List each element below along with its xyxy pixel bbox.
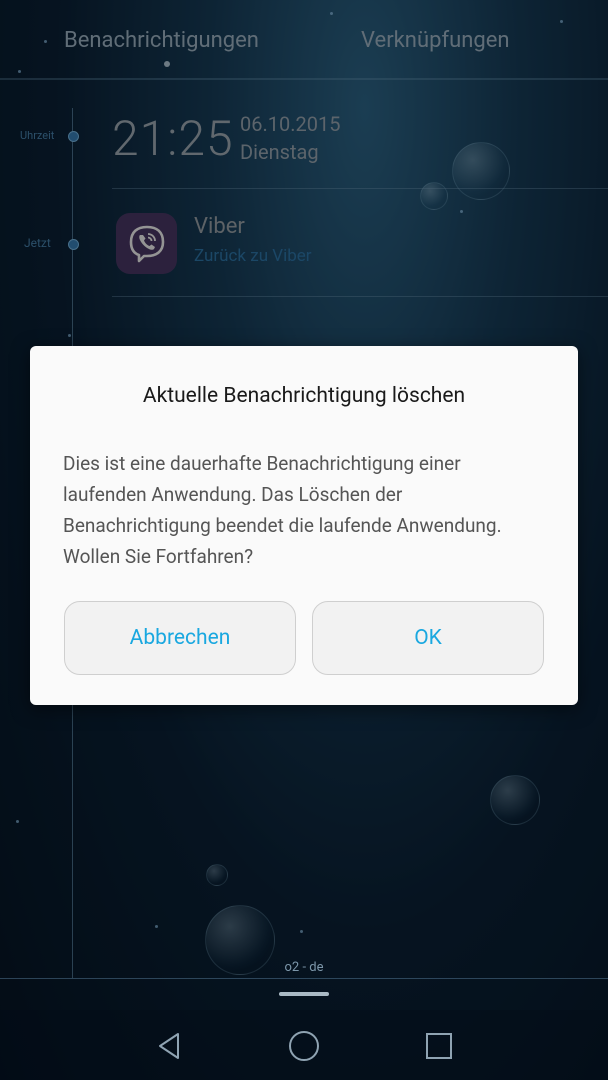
home-icon[interactable]: [284, 1026, 324, 1066]
divider: [0, 978, 608, 979]
cancel-button[interactable]: Abbrechen: [64, 601, 296, 675]
carrier-label: o2 - de: [284, 960, 324, 975]
dialog-title: Aktuelle Benachrichtigung löschen: [142, 384, 466, 408]
drag-handle[interactable]: [279, 992, 329, 996]
dialog-message: Dies ist eine dauerhafte Benachrichtigun…: [63, 452, 502, 568]
recent-apps-icon[interactable]: [419, 1026, 459, 1066]
ok-button[interactable]: OK: [312, 601, 544, 675]
back-icon[interactable]: [149, 1026, 189, 1066]
navigation-bar: [0, 1010, 608, 1080]
delete-notification-dialog: Aktuelle Benachrichtigung löschen Dies i…: [30, 346, 578, 705]
